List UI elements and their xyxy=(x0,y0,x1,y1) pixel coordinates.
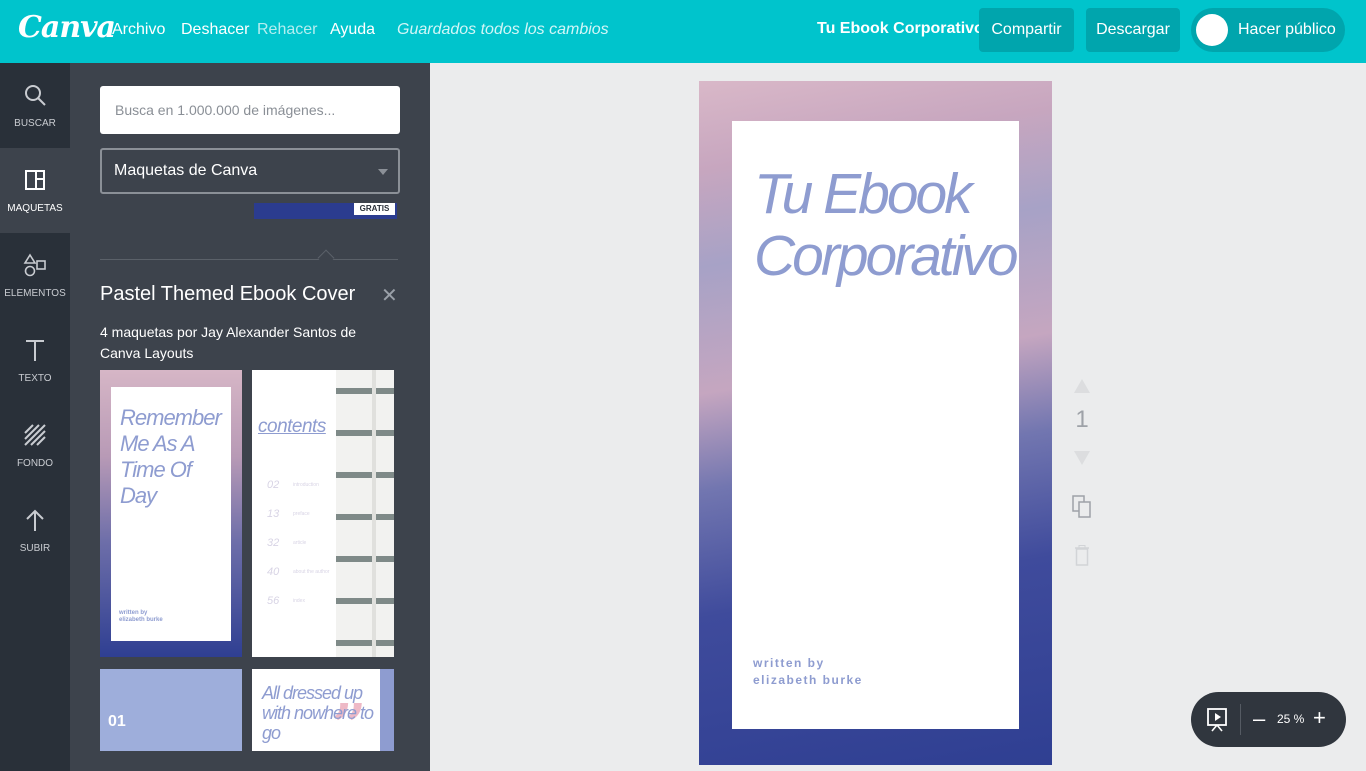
thumbnail-byline: written by elizabeth burke xyxy=(119,610,163,623)
top-bar: Canva Archivo Deshacer Rehacer Ayuda Gua… xyxy=(0,0,1366,63)
rail-label: Subir xyxy=(19,543,51,554)
layouts-panel: Maquetas de Canva GRATIS Pastel Themed E… xyxy=(70,63,430,771)
layout-thumbnail-3[interactable]: 01 xyxy=(100,669,242,751)
share-button[interactable]: Compartir xyxy=(979,8,1074,52)
menu-rehacer[interactable]: Rehacer xyxy=(257,21,317,39)
rail-item-elementos[interactable]: Elementos xyxy=(0,233,70,318)
thumbnail-quote-text: All dressed up with nowhere to go xyxy=(262,683,374,743)
contents-list: 02 introduction 13 preface 32 article 40 abo… xyxy=(267,470,329,615)
image-search-input[interactable] xyxy=(100,86,400,134)
ebook-title-text[interactable]: Tu Ebook Corporativo xyxy=(754,163,1024,287)
rail-item-maquetas[interactable]: Maquetas xyxy=(0,148,70,233)
rail-label: Maquetas xyxy=(7,203,63,214)
background-icon xyxy=(24,424,46,446)
list-item: 32 article xyxy=(267,528,329,557)
thumbnail-white-panel: Remember Me As A Time Of Day written by … xyxy=(111,387,231,641)
list-number: 56 xyxy=(267,594,280,607)
layout-thumbnail-2[interactable]: contents 02 introduction 13 preface 32 arti… xyxy=(252,370,394,657)
rail-item-texto[interactable]: Texto xyxy=(0,318,70,403)
chevron-down-icon xyxy=(378,169,388,175)
thumbnail-number: 01 xyxy=(108,713,126,730)
list-label: preface xyxy=(293,510,310,517)
make-public-toggle[interactable]: Hacer público xyxy=(1191,8,1345,52)
zoom-separator xyxy=(1240,704,1241,735)
list-label: about the author xyxy=(293,568,330,575)
left-rail: Buscar Maquetas Elementos Texto xyxy=(0,63,70,771)
list-item: 40 about the author xyxy=(267,557,329,586)
free-badge: GRATIS xyxy=(354,203,395,215)
byline-line-2: elizabeth burke xyxy=(753,673,863,687)
close-icon[interactable]: ✕ xyxy=(381,283,398,308)
section-divider xyxy=(100,259,398,260)
search-icon xyxy=(25,85,46,106)
shapes-icon xyxy=(23,253,46,277)
list-label: article xyxy=(293,539,307,546)
list-number: 02 xyxy=(267,478,280,491)
list-number: 13 xyxy=(267,507,280,520)
duplicate-page-icon[interactable] xyxy=(1072,495,1092,519)
menu-archivo[interactable]: Archivo xyxy=(112,21,165,39)
menu-deshacer[interactable]: Deshacer xyxy=(181,21,249,39)
rail-item-subir[interactable]: Subir xyxy=(0,488,70,573)
list-item: 13 preface xyxy=(267,499,329,528)
thumbnail-title: Remember Me As A Time Of Day xyxy=(120,405,222,508)
list-number: 40 xyxy=(267,565,280,578)
list-item: 56 index xyxy=(267,586,329,615)
layout-thumbnail-1[interactable]: Remember Me As A Time Of Day written by … xyxy=(100,370,242,657)
layout-category-select[interactable]: Maquetas de Canva xyxy=(100,148,400,194)
divider-notch xyxy=(317,249,335,267)
upload-icon xyxy=(26,509,44,531)
rail-item-buscar[interactable]: Buscar xyxy=(0,63,70,148)
layout-icon xyxy=(25,170,45,190)
zoom-in-button[interactable]: + xyxy=(1313,705,1326,731)
move-page-down-icon[interactable] xyxy=(1074,451,1090,465)
list-number: 32 xyxy=(267,536,280,549)
list-label: introduction xyxy=(293,481,319,488)
make-public-label: Hacer público xyxy=(1238,21,1336,38)
document-title[interactable]: Tu Ebook Corporativo xyxy=(817,20,984,38)
menu-ayuda[interactable]: Ayuda xyxy=(330,21,375,39)
page-white-panel[interactable]: Tu Ebook Corporativo written by elizabet… xyxy=(732,121,1019,729)
zoom-level[interactable]: 25 % xyxy=(1277,712,1304,726)
byline-line-1: written by xyxy=(753,656,825,670)
thumbnail-title: contents xyxy=(258,416,326,437)
zoom-controls: – 25 % + xyxy=(1191,692,1346,747)
layout-set-subtitle: 4 maquetas por Jay Alexander Santos de C… xyxy=(100,324,357,361)
building-photo xyxy=(336,370,394,657)
text-icon xyxy=(26,340,44,361)
layout-set-title: Pastel Themed Ebook Cover xyxy=(100,283,356,305)
rail-label: Buscar xyxy=(14,118,56,129)
list-item: 02 introduction xyxy=(267,470,329,499)
save-status: Guardados todos los cambios xyxy=(397,21,609,38)
page-number: 1 xyxy=(1075,406,1089,433)
delete-page-icon[interactable] xyxy=(1074,545,1090,567)
move-page-up-icon[interactable] xyxy=(1074,379,1090,393)
download-button[interactable]: Descargar xyxy=(1086,8,1180,52)
select-value: Maquetas de Canva xyxy=(114,162,258,179)
layout-thumbnail-4[interactable]: ” All dressed up with nowhere to go xyxy=(252,669,394,751)
rail-item-fondo[interactable]: Fondo xyxy=(0,403,70,488)
present-icon[interactable] xyxy=(1207,708,1227,732)
rail-label: Elementos xyxy=(4,288,66,299)
rail-label: Texto xyxy=(18,373,52,384)
toggle-knob xyxy=(1196,14,1228,46)
thumbnail-accent-bar xyxy=(380,669,394,751)
ebook-byline[interactable]: written by elizabeth burke xyxy=(753,655,863,689)
canva-logo[interactable]: Canva xyxy=(18,10,116,45)
rail-label: Fondo xyxy=(16,458,54,469)
design-page[interactable]: Tu Ebook Corporativo written by elizabet… xyxy=(699,81,1052,765)
list-label: index xyxy=(293,597,305,604)
zoom-out-button[interactable]: – xyxy=(1253,706,1265,732)
